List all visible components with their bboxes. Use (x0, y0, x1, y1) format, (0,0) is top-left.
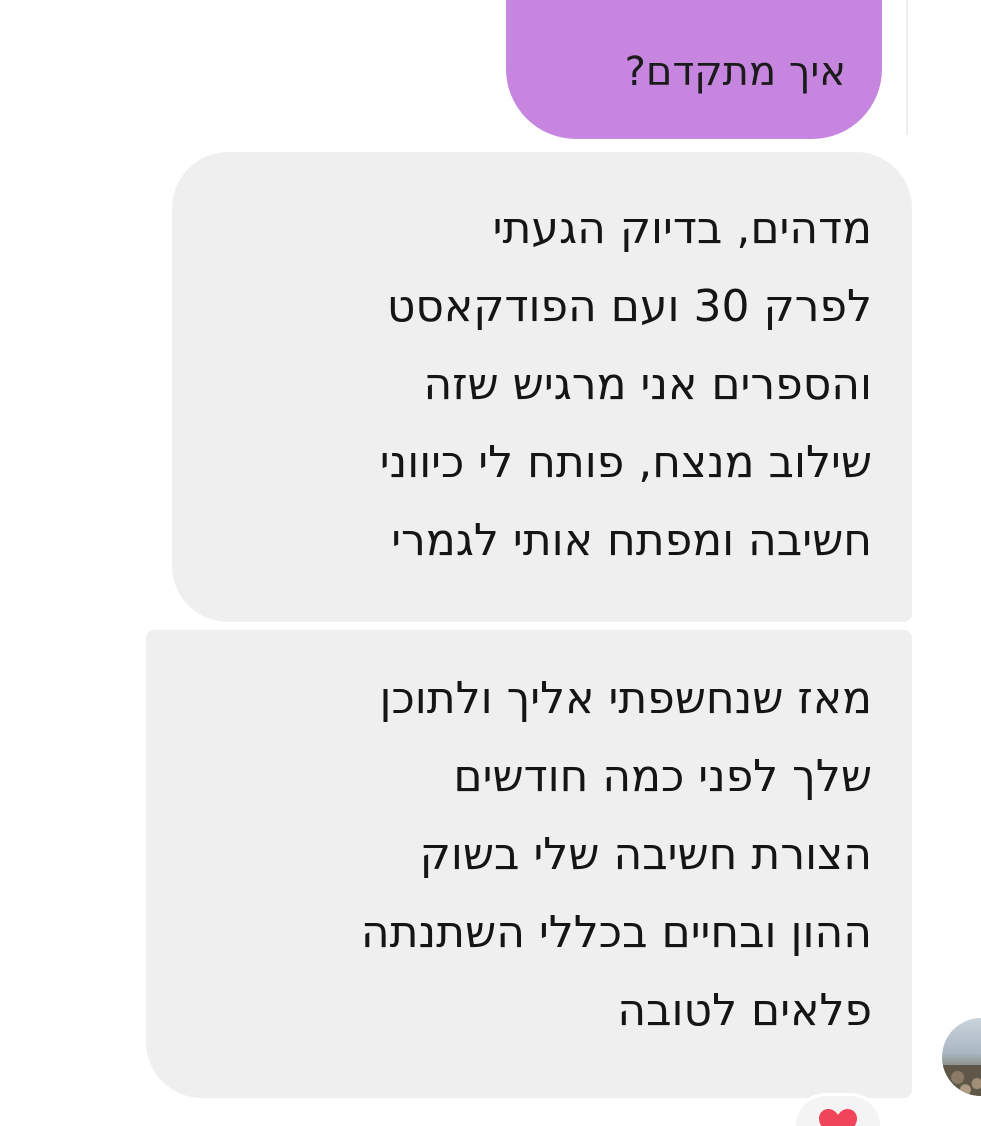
message-line: חשיבה ומפתח אותי לגמרי (391, 515, 872, 566)
message-line: מאז שנחשפתי אליך ולתוכן (379, 673, 873, 724)
message-thread: איך מתקדם? מדהים, בדיוק הגעתי לפרק 30 וע… (0, 0, 981, 1126)
sent-message-bubble[interactable]: איך מתקדם? (506, 0, 882, 139)
message-line: שילוב מנצח, פותח לי כיווני (379, 437, 872, 488)
message-line: והספרים אני מרגיש שזה (423, 359, 873, 410)
message-reaction[interactable] (796, 1096, 880, 1126)
message-line: הצורת חשיבה שלי בשוק (419, 829, 872, 880)
received-message-bubble[interactable]: מאז שנחשפתי אליך ולתוכן שלך לפני כמה חוד… (146, 630, 912, 1098)
sender-avatar[interactable] (942, 1018, 981, 1096)
message-line: ההון ובחיים בכללי השתנתה (360, 907, 872, 958)
avatar-photo-rocks (942, 1064, 981, 1096)
message-line: לפרק 30 ועם הפודקאסט (386, 281, 872, 332)
heart-icon (819, 1109, 857, 1126)
message-line: פלאים לטובה (617, 985, 872, 1036)
scroll-edge-divider (906, 0, 908, 135)
received-message-bubble[interactable]: מדהים, בדיוק הגעתי לפרק 30 ועם הפודקאסט … (172, 152, 912, 622)
message-line: מדהים, בדיוק הגעתי (492, 203, 872, 254)
message-line: שלך לפני כמה חודשים (453, 751, 872, 802)
sent-message-text: איך מתקדם? (624, 49, 846, 95)
